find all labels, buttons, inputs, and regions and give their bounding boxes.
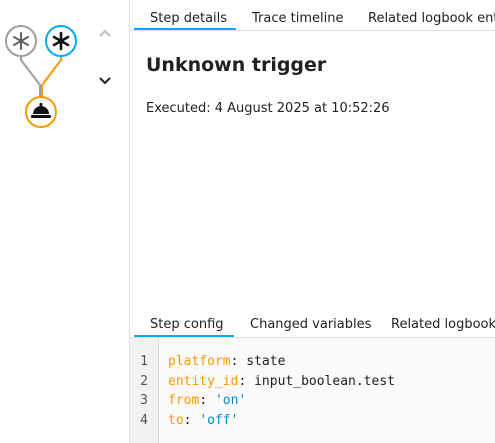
line-number: 1 (140, 354, 148, 369)
tab-trace-timeline[interactable]: Trace timeline (252, 11, 343, 26)
yaml-separator: : (230, 354, 247, 369)
action-node[interactable] (25, 96, 57, 128)
step-subtabbar: Step config Changed variables Related lo… (130, 313, 495, 338)
line-number: 4 (140, 413, 148, 428)
yaml-value: state (246, 354, 286, 369)
yaml-key: entity_id (168, 374, 239, 389)
graph-edge-active (41, 56, 62, 97)
trigger-node-1[interactable] (5, 25, 37, 57)
yaml-separator: : (238, 374, 255, 389)
next-step-button[interactable] (94, 70, 116, 92)
subtab-related-logbook[interactable]: Related logbook entries (391, 317, 495, 332)
yaml-separator: : (199, 393, 215, 408)
chevron-up-icon (99, 29, 111, 37)
yaml-key: platform (168, 354, 231, 369)
yaml-key: from (168, 393, 200, 408)
yaml-separator: : (183, 413, 200, 428)
code-line: to: 'off' (168, 413, 238, 428)
step-title: Unknown trigger (146, 54, 327, 76)
details-tabbar: Step details Trace timeline Related logb… (130, 0, 495, 31)
trace-details-pane: Step details Trace timeline Related logb… (130, 0, 495, 443)
executed-timestamp: Executed: 4 August 2025 at 10:52:26 (146, 101, 390, 116)
line-number-gutter: 1 2 3 4 (130, 338, 159, 443)
code-line: platform: state (168, 354, 285, 369)
yaml-key: to (168, 413, 184, 428)
trigger-node-2[interactable] (45, 25, 77, 57)
yaml-string-value: 'off' (199, 413, 239, 428)
line-number: 3 (140, 393, 148, 408)
tab-step-details[interactable]: Step details (150, 11, 227, 26)
yaml-value: input_boolean.test (254, 374, 395, 389)
trace-graph-pane (0, 0, 129, 443)
line-number: 2 (140, 374, 148, 389)
code-line: from: 'on' (168, 393, 246, 408)
yaml-code-viewer[interactable]: 1 2 3 4 platform: state entity_id: input… (130, 338, 495, 443)
graph-edge-inactive (20, 56, 41, 97)
yaml-string-value: 'on' (214, 393, 247, 408)
active-tab-indicator (134, 28, 236, 30)
trace-graph (5, 25, 77, 128)
previous-step-button[interactable] (94, 22, 116, 44)
chevron-down-icon (99, 77, 111, 85)
code-line: entity_id: input_boolean.test (168, 374, 395, 389)
active-subtab-indicator (134, 335, 234, 337)
subtab-changed-variables[interactable]: Changed variables (250, 317, 371, 332)
tab-related-logbook[interactable]: Related logbook entries (368, 11, 495, 26)
subtab-step-config[interactable]: Step config (150, 317, 224, 332)
